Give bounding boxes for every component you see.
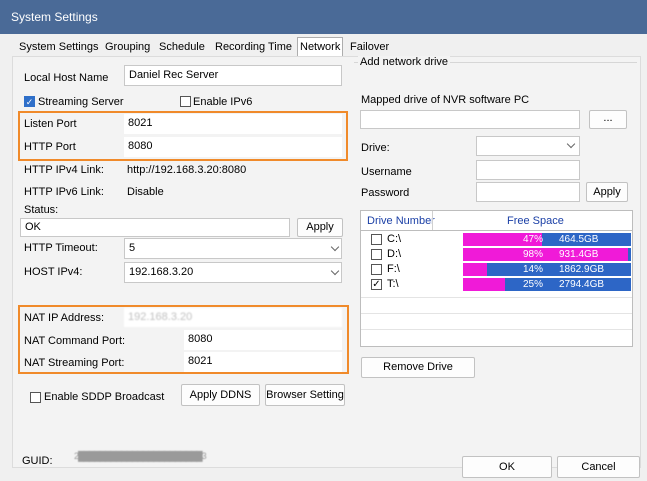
http-port-label: HTTP Port	[24, 141, 76, 153]
percent-label: 47%	[523, 234, 544, 245]
status-apply-button[interactable]: Apply	[297, 218, 343, 237]
window-title: System Settings	[11, 10, 98, 24]
enable-sddp-checkbox[interactable]	[30, 392, 41, 403]
guid-label: GUID:	[22, 455, 53, 467]
ipv4-link-value: http://192.168.3.20:8080	[127, 164, 247, 176]
size-label: 464.5GB	[559, 234, 599, 245]
used-space-fill	[463, 263, 487, 276]
host-ipv4-value: 192.168.3.20	[129, 266, 194, 278]
username-label: Username	[361, 166, 412, 178]
host-ipv4-select[interactable]: 192.168.3.20	[124, 262, 342, 283]
percent-label: 25%	[523, 279, 544, 290]
streaming-server-label: Streaming Server	[38, 96, 124, 108]
local-host-label: Local Host Name	[24, 72, 109, 84]
drive-name: T:\	[387, 278, 399, 290]
tab-schedule[interactable]: Schedule	[159, 39, 205, 55]
mapped-drive-label: Mapped drive of NVR software PC	[361, 94, 530, 106]
drive-label: Drive:	[361, 142, 390, 154]
percent-label: 98%	[523, 249, 544, 260]
percent-label: 14%	[523, 264, 544, 275]
local-host-input[interactable]: Daniel Rec Server	[124, 65, 342, 86]
drive-checkbox[interactable]: ✓	[371, 279, 382, 290]
apply-ddns-button[interactable]: Apply DDNS	[181, 384, 260, 406]
free-space-header: Free Space	[507, 215, 564, 227]
password-label: Password	[361, 187, 410, 199]
drive-name: D:\	[387, 248, 402, 260]
http-timeout-select[interactable]: 5	[124, 238, 342, 259]
cancel-button[interactable]: Cancel	[557, 456, 640, 478]
title-bar: System Settings	[0, 0, 647, 34]
tab-failover[interactable]: Failover	[350, 39, 389, 55]
size-label: 1862.9GB	[559, 264, 605, 275]
nat-command-port-label: NAT Command Port:	[24, 335, 126, 347]
header-divider	[361, 230, 632, 231]
free-space-bar: 47% 464.5GB	[463, 233, 631, 246]
table-row[interactable]: F:\ 14% 1862.9GB	[361, 262, 632, 277]
free-space-bar: 98% 931.4GB	[463, 248, 631, 261]
nat-command-port-input[interactable]: 8080	[184, 330, 342, 350]
http-timeout-value: 5	[129, 242, 136, 254]
status-field: OK	[20, 218, 290, 237]
tab-system-settings[interactable]: System Settings	[19, 39, 98, 55]
drive-table: Drive Number Free Space C:\ 47% 464.5GB D:\…	[360, 210, 633, 347]
drive-number-header: Drive Number	[367, 215, 435, 227]
enable-sddp-label: Enable SDDP Broadcast	[44, 391, 165, 403]
streaming-server-checkbox[interactable]: ✓	[24, 96, 35, 107]
status-label: Status:	[24, 204, 59, 216]
row-divider	[361, 329, 632, 330]
nat-streaming-port-label: NAT Streaming Port:	[24, 357, 125, 369]
nat-ip-label: NAT IP Address:	[24, 312, 105, 324]
http-port-input[interactable]: 8080	[124, 137, 342, 157]
drive-checkbox[interactable]	[371, 234, 382, 245]
mapped-drive-input[interactable]	[360, 110, 580, 129]
nat-ip-input[interactable]: 192.168.3.20	[124, 308, 342, 327]
listen-port-input[interactable]: 8021	[124, 114, 342, 134]
column-divider	[432, 211, 433, 230]
add-drive-title: Add network drive	[358, 56, 451, 68]
drive-select[interactable]	[476, 136, 580, 156]
username-input[interactable]	[476, 160, 580, 180]
enable-ipv6-checkbox[interactable]	[180, 96, 191, 107]
drive-name: C:\	[387, 233, 402, 245]
ipv6-link-value: Disable	[127, 186, 164, 198]
ok-button[interactable]: OK	[462, 456, 552, 478]
drive-checkbox[interactable]	[371, 264, 382, 275]
drive-apply-button[interactable]: Apply	[586, 182, 628, 202]
browser-setting-button[interactable]: Browser Setting	[265, 384, 345, 406]
enable-ipv6-label: Enable IPv6	[193, 96, 253, 108]
row-divider	[361, 313, 632, 314]
table-row[interactable]: D:\ 98% 931.4GB	[361, 247, 632, 262]
password-input[interactable]	[476, 182, 580, 202]
remove-drive-button[interactable]: Remove Drive	[361, 357, 475, 378]
host-ipv4-label: HOST IPv4:	[24, 266, 83, 278]
browse-button[interactable]: ...	[589, 110, 627, 129]
drive-checkbox[interactable]	[371, 249, 382, 260]
ipv6-link-label: HTTP IPv6 Link:	[24, 186, 104, 198]
table-row[interactable]: ✓ T:\ 25% 2794.4GB	[361, 277, 632, 292]
ipv4-link-label: HTTP IPv4 Link:	[24, 164, 104, 176]
tab-grouping[interactable]: Grouping	[105, 39, 150, 55]
size-label: 2794.4GB	[559, 279, 605, 290]
size-label: 931.4GB	[559, 249, 599, 260]
used-space-fill	[463, 278, 505, 291]
used-space-fill	[463, 248, 628, 261]
tab-network[interactable]: Network	[297, 37, 344, 57]
drive-name: F:\	[387, 263, 400, 275]
listen-port-label: Listen Port	[24, 118, 77, 130]
table-row[interactable]: C:\ 47% 464.5GB	[361, 232, 632, 247]
tab-recording-time[interactable]: Recording Time	[215, 39, 292, 55]
http-timeout-label: HTTP Timeout:	[24, 242, 98, 254]
row-divider	[361, 297, 632, 298]
free-space-bar: 25% 2794.4GB	[463, 278, 631, 291]
free-space-bar: 14% 1862.9GB	[463, 263, 631, 276]
nat-streaming-port-input[interactable]: 8021	[184, 352, 342, 372]
guid-value: 2███████████████████████3	[74, 451, 207, 461]
